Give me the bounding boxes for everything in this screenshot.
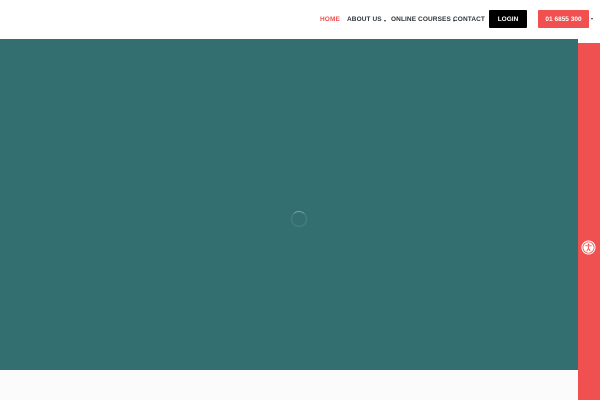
accessibility-sidebar — [578, 43, 600, 400]
site-header: HOME ABOUT US ONLINE COURSES CONTACT LOG… — [0, 0, 600, 39]
accessibility-icon[interactable] — [581, 240, 596, 255]
nav-item-about-us-label: ABOUT US — [347, 16, 382, 23]
phone-button[interactable]: 01 6855 300 — [538, 10, 589, 28]
nav-item-home[interactable]: HOME — [320, 16, 340, 24]
content-area — [0, 370, 578, 400]
chevron-down-icon[interactable] — [591, 18, 593, 20]
nav-item-about-us[interactable]: ABOUT US — [347, 16, 386, 24]
chevron-down-icon — [383, 19, 386, 22]
nav-item-online-courses[interactable]: ONLINE COURSES — [391, 16, 455, 24]
hero-banner — [0, 39, 578, 370]
nav-item-contact[interactable]: CONTACT — [453, 16, 485, 24]
nav-item-contact-label: CONTACT — [453, 16, 485, 23]
page: HOME ABOUT US ONLINE COURSES CONTACT LOG… — [0, 0, 600, 400]
login-button[interactable]: LOGIN — [489, 10, 527, 28]
nav-item-home-label: HOME — [320, 16, 340, 23]
loading-spinner-icon — [291, 211, 307, 227]
nav-item-online-courses-label: ONLINE COURSES — [391, 16, 451, 23]
